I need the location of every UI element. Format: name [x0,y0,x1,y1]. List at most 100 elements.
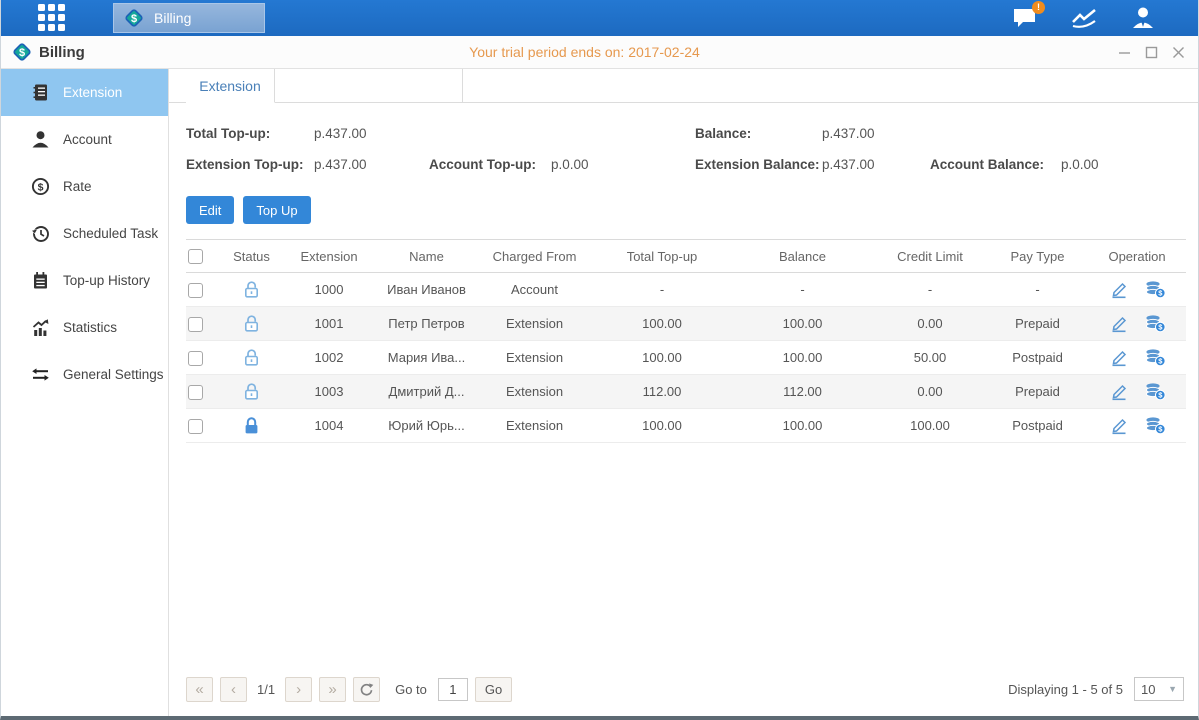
col-name: Name [376,240,477,273]
status-unlocked-icon [243,281,260,296]
sidebar-item-label: Top-up History [63,273,150,288]
page-indicator: 1/1 [257,682,275,697]
table-row: 1002Мария Ива...Extension100.00100.0050.… [186,341,1186,375]
rate-dollar-icon: $ [31,177,50,196]
notification-badge: ! [1032,1,1045,14]
sidebar-item-label: Statistics [63,320,117,335]
sidebar-item-rate[interactable]: $Rate [1,163,168,210]
last-page-button[interactable]: » [319,677,346,702]
col-total-topup: Total Top-up [592,240,732,273]
row-checkbox[interactable] [188,283,203,298]
scheduled-task-clock-icon [31,224,50,243]
maximize-icon[interactable] [1143,44,1159,60]
topup-coins-icon[interactable]: $ [1145,382,1165,401]
go-button[interactable]: Go [475,677,512,702]
cell-credit-limit: - [873,273,987,307]
cell-extension: 1002 [282,341,376,375]
cell-credit-limit: 50.00 [873,341,987,375]
sidebar-item-label: Scheduled Task [63,226,158,241]
sidebar-item-label: Account [63,132,112,147]
minimize-icon[interactable] [1116,44,1132,60]
page-size-select[interactable]: 10 ▼ [1134,677,1184,701]
displaying-status: Displaying 1 - 5 of 5 [1008,682,1123,697]
cell-total-topup: 100.00 [592,341,732,375]
cell-pay-type: Postpaid [987,409,1088,443]
cell-balance: - [732,273,873,307]
close-icon[interactable] [1170,44,1186,60]
cell-pay-type: - [987,273,1088,307]
general-settings-sliders-icon [31,365,50,384]
table-header-row: Status Extension Name Charged From Total… [186,240,1186,273]
sidebar-item-label: General Settings [63,367,164,382]
col-pay-type: Pay Type [987,240,1088,273]
sidebar-item-scheduled-task[interactable]: Scheduled Task [1,210,168,257]
topup-coins-icon[interactable]: $ [1145,314,1165,333]
taskbar-tab-label: Billing [154,10,191,26]
extension-table-body: 1000Иван ИвановAccount----$1001Петр Петр… [186,273,1186,443]
edit-button[interactable]: Edit [186,196,234,224]
prev-page-button[interactable]: ‹ [220,677,247,702]
table-row: 1004Юрий Юрь...Extension100.00100.00100.… [186,409,1186,443]
col-operation: Operation [1088,240,1186,273]
topup-coins-icon[interactable]: $ [1145,280,1165,299]
svg-text:$: $ [19,47,25,59]
cell-extension: 1003 [282,375,376,409]
row-checkbox[interactable] [188,419,203,434]
sidebar-item-general-settings[interactable]: General Settings [1,351,168,398]
cell-charged-from: Extension [477,409,592,443]
row-checkbox[interactable] [188,317,203,332]
edit-pencil-icon[interactable] [1109,348,1129,367]
page-size-value: 10 [1141,682,1155,697]
sidebar-item-account[interactable]: Account [1,116,168,163]
user-icon[interactable] [1130,5,1156,31]
edit-pencil-icon[interactable] [1109,416,1129,435]
table-row: 1000Иван ИвановAccount----$ [186,273,1186,307]
table-footer: « ‹ 1/1 › » Go to Go Di [169,674,1198,716]
tab-extension[interactable]: Extension [186,69,275,103]
desktop-topbar: $ Billing ! [1,0,1198,36]
balance-value: p.437.00 [822,126,875,141]
extension-balance-label: Extension Balance: [695,157,822,172]
extension-book-icon [31,83,50,102]
apps-grid-icon[interactable] [38,4,66,32]
edit-pencil-icon[interactable] [1109,382,1129,401]
taskbar-tab-billing[interactable]: $ Billing [113,3,265,33]
balance-label: Balance: [695,126,822,141]
cell-charged-from: Extension [477,375,592,409]
sidebar-item-top-up-history[interactable]: Top-up History [1,257,168,304]
refresh-icon[interactable] [353,677,380,702]
extension-table: Status Extension Name Charged From Total… [186,239,1186,443]
edit-pencil-icon[interactable] [1109,280,1129,299]
topup-coins-icon[interactable]: $ [1145,348,1165,367]
pagination: « ‹ 1/1 › » Go to Go [186,677,512,702]
chart-icon[interactable] [1071,5,1097,31]
status-unlocked-icon [243,349,260,364]
table-row: 1003Дмитрий Д...Extension112.00112.000.0… [186,375,1186,409]
row-checkbox[interactable] [188,385,203,400]
account-topup-value: p.0.00 [551,157,589,172]
topup-coins-icon[interactable]: $ [1145,416,1165,435]
next-page-button[interactable]: › [285,677,312,702]
cell-credit-limit: 0.00 [873,307,987,341]
billing-app-window: $ Billing ! [0,0,1199,720]
status-unlocked-icon [243,315,260,330]
cell-total-topup: 100.00 [592,409,732,443]
col-extension: Extension [282,240,376,273]
row-checkbox[interactable] [188,351,203,366]
account-person-icon [31,130,50,149]
sidebar-item-extension[interactable]: Extension [1,69,168,116]
top-up-button[interactable]: Top Up [243,196,310,224]
edit-pencil-icon[interactable] [1109,314,1129,333]
chat-icon[interactable]: ! [1012,5,1038,31]
select-all-checkbox[interactable] [188,249,203,264]
status-locked-icon [243,417,260,432]
cell-total-topup: 100.00 [592,307,732,341]
main-panel: Extension Total Top-up: p.437.00 Extensi… [169,69,1198,716]
cell-balance: 112.00 [732,375,873,409]
first-page-button[interactable]: « [186,677,213,702]
cell-name: Юрий Юрь... [376,409,477,443]
sidebar-item-statistics[interactable]: Statistics [1,304,168,351]
goto-page-input[interactable] [438,678,468,701]
col-status: Status [221,240,282,273]
svg-text:$: $ [38,181,44,193]
